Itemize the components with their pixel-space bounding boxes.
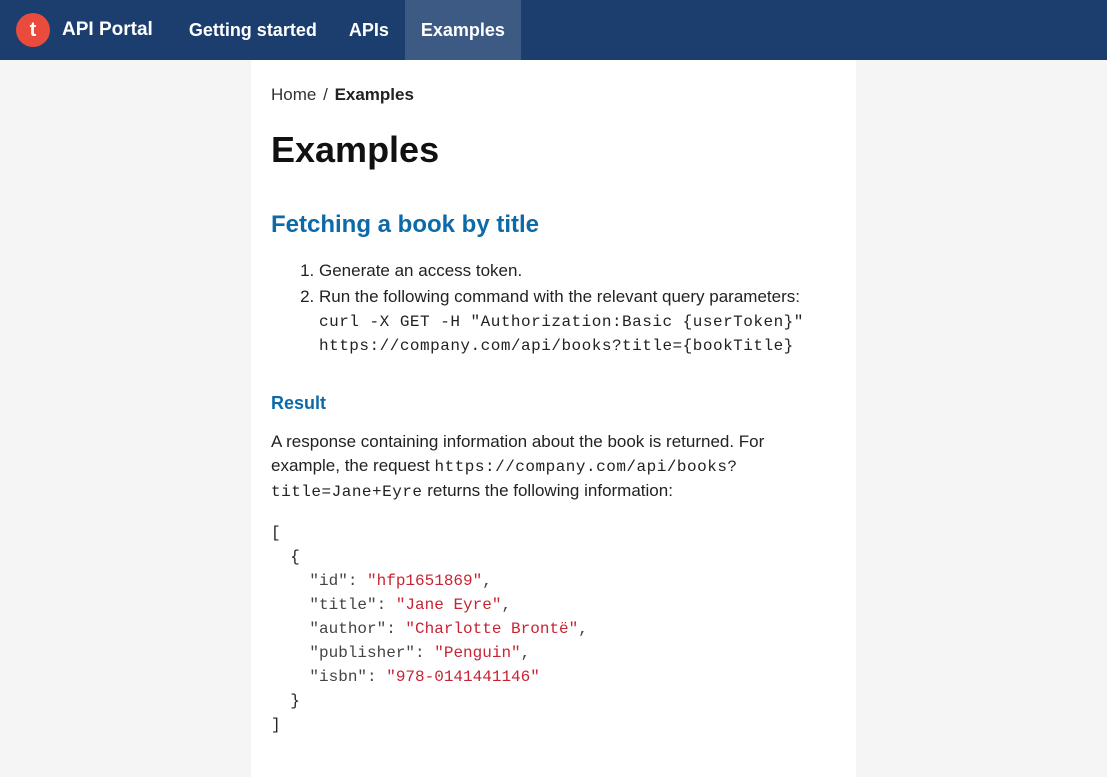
json-value: "978-0141441146" — [386, 668, 540, 686]
breadcrumb: Home / Examples — [271, 85, 836, 105]
step-text: Run the following command with the relev… — [319, 287, 800, 306]
json-key: "publisher" — [309, 644, 415, 662]
page-title: Examples — [271, 129, 836, 171]
logo[interactable]: t API Portal — [16, 13, 153, 47]
inline-code: curl -X GET -H "Authorization:Basic {use… — [319, 313, 804, 355]
breadcrumb-current: Examples — [335, 85, 414, 104]
json-key: "author" — [309, 620, 386, 638]
json-key: "isbn" — [309, 668, 367, 686]
breadcrumb-separator: / — [323, 85, 328, 104]
json-value: "Penguin" — [434, 644, 520, 662]
result-heading: Result — [271, 393, 836, 414]
section-heading: Fetching a book by title — [271, 211, 836, 239]
logo-icon: t — [16, 13, 50, 47]
json-value: "hfp1651869" — [367, 572, 482, 590]
nav-examples[interactable]: Examples — [405, 0, 521, 60]
result-description: A response containing information about … — [271, 430, 836, 503]
step-item: Generate an access token. — [319, 259, 836, 283]
json-value: "Jane Eyre" — [396, 596, 502, 614]
nav-getting-started[interactable]: Getting started — [173, 0, 333, 60]
result-text-suffix: returns the following information: — [423, 481, 673, 500]
nav-apis[interactable]: APIs — [333, 0, 405, 60]
top-navbar: t API Portal Getting started APIs Exampl… — [0, 0, 1107, 60]
logo-text: API Portal — [62, 19, 153, 41]
json-key: "id" — [309, 572, 347, 590]
json-value: "Charlotte Brontë" — [405, 620, 578, 638]
main-content: Home / Examples Examples Fetching a book… — [251, 60, 856, 777]
steps-list: Generate an access token. Run the follow… — [271, 259, 836, 357]
breadcrumb-home-link[interactable]: Home — [271, 85, 316, 104]
json-key: "title" — [309, 596, 376, 614]
step-item: Run the following command with the relev… — [319, 285, 836, 358]
json-response-block: [ { "id": "hfp1651869", "title": "Jane E… — [271, 521, 836, 737]
